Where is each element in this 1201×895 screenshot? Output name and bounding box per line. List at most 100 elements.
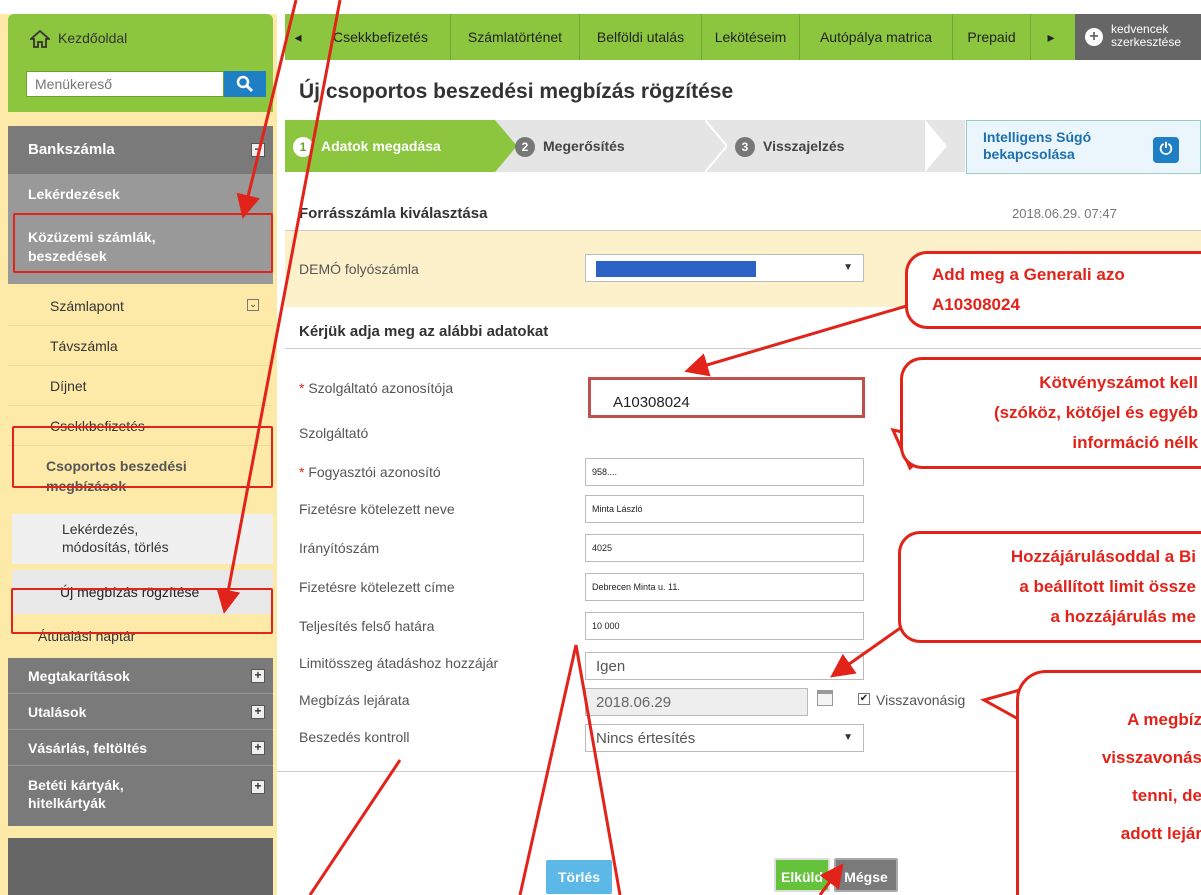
account-label: DEMÓ folyószámla (299, 261, 419, 277)
provider-id-label: * Szolgáltató azonosítója (299, 380, 454, 396)
zip-input[interactable]: 4025 (585, 534, 864, 562)
section-label: Utalások (28, 704, 87, 720)
power-icon[interactable]: ⏻ (1153, 137, 1179, 163)
expand-icon[interactable]: ⌄ (247, 299, 259, 311)
payer-name-input[interactable]: Minta László (585, 495, 864, 523)
sidebar-item-label: Távszámla (50, 338, 118, 354)
sidebar-item-queries[interactable]: Lekérdezések (8, 174, 273, 214)
sidebar-section-more (8, 838, 273, 895)
highlight-direct-debits (12, 426, 273, 488)
cancel-button[interactable]: Mégse (834, 858, 898, 892)
edit-favorites-button[interactable]: + kedvencek szerkesztése (1075, 14, 1201, 60)
divider (285, 348, 1201, 349)
nav-prev-icon[interactable]: ◂ (285, 14, 311, 60)
source-section-title: Forrásszámla kiválasztása (299, 205, 488, 222)
consumer-id-input[interactable]: 958.... (585, 458, 864, 486)
account-number-masked (596, 261, 756, 277)
home-label: Kezdőoldal (58, 30, 128, 46)
step-3: 3 Visszajelzés (735, 120, 935, 172)
payer-name-label: Fizetésre kötelezett neve (299, 501, 455, 517)
plus-icon: + (1085, 28, 1103, 46)
callout-text: Kötvényszámot kell (1039, 373, 1198, 392)
step-label: Adatok megadása (321, 138, 441, 154)
limit-input[interactable]: 10 000 (585, 612, 864, 640)
sidebar-home[interactable]: Kezdőoldal (8, 14, 273, 64)
control-select[interactable]: Nincs értesítés ▼ (585, 724, 864, 752)
search-icon (236, 75, 254, 93)
expand-icon[interactable]: + (251, 780, 265, 794)
menu-search-input[interactable] (26, 71, 224, 97)
until-revoked-checkbox[interactable]: ✔ (858, 693, 870, 705)
expiry-date-input[interactable]: 2018.06.29 (585, 688, 808, 716)
step-1: 1 Adatok megadása (285, 120, 495, 172)
section-label: Bankszámla (28, 141, 115, 158)
menu-search-button[interactable] (224, 71, 266, 97)
sidebar-section-transfers[interactable]: Utalások + (8, 694, 273, 730)
callout-text: A10308024 (932, 295, 1020, 314)
callout-text: tenni, de (1132, 786, 1201, 805)
callout-text: Hozzájárulásoddal a Bi (1010, 547, 1196, 566)
step-2: 2 Megerősítés (515, 120, 715, 172)
sidebar-section-shopping[interactable]: Vásárlás, feltöltés + (8, 730, 273, 766)
expand-icon[interactable]: + (251, 668, 265, 683)
section-label: Vásárlás, feltöltés (28, 740, 148, 756)
nav-item[interactable]: Autópálya matrica (800, 14, 953, 60)
sidebar-item-tavszamla[interactable]: Távszámla (8, 326, 273, 366)
provider-label: Szolgáltató (299, 425, 369, 441)
sidebar-section-account[interactable]: Bankszámla − (8, 126, 273, 174)
smart-help-toggle[interactable]: Intelligens Súgó bekapcsolása ⏻ (966, 120, 1201, 174)
label-text: Fogyasztói azonosító (308, 464, 441, 480)
step-arrow (495, 120, 517, 172)
callout-text: információ nélk (1072, 433, 1198, 452)
nav-item[interactable]: Prepaid (953, 14, 1031, 60)
sidebar-item-dijnet[interactable]: Díjnet (8, 366, 273, 406)
source-account-select[interactable]: ▼ (585, 254, 864, 282)
form-section-title: Kérjük adja meg az alábbi adatokat (299, 323, 549, 340)
select-value: Igen (596, 658, 626, 675)
provider-id-input[interactable]: A10308024 (588, 377, 865, 418)
delete-button[interactable]: Törlés (546, 860, 612, 894)
limit-label: Teljesítés felső határa (299, 618, 435, 634)
consumer-id-label: * Fogyasztói azonosító (299, 464, 441, 480)
calendar-icon[interactable] (817, 690, 833, 706)
expand-icon[interactable]: + (251, 704, 265, 719)
sidebar-item-query-modify[interactable]: Lekérdezés, módosítás, törlés (12, 514, 273, 564)
timestamp: 2018.06.29. 07:47 (1012, 206, 1117, 221)
favorites-label: szerkesztése (1111, 35, 1182, 49)
callout-provider: Add meg a Generali azo A10308024 (905, 251, 1201, 329)
collapse-icon[interactable]: − (251, 143, 265, 157)
expiry-label: Megbízás lejárata (299, 692, 410, 708)
wizard-steps: 1 Adatok megadása 2 Megerősítés 3 Visszajel… (285, 120, 965, 172)
sidebar-section-savings[interactable]: Megtakarítások + (8, 658, 273, 694)
top-nav: ◂ Csekkbefizetés Számlatörténet Belföldi… (285, 14, 1201, 60)
nav-item[interactable]: Csekkbefizetés (311, 14, 451, 60)
payer-address-label: Fizetésre kötelezett címe (299, 579, 455, 595)
submit-button[interactable]: Elküld (774, 858, 830, 892)
highlight-utilities (13, 213, 273, 273)
limit-consent-select[interactable]: Igen ▼ (585, 652, 864, 680)
nav-item[interactable]: Belföldi utalás (580, 14, 702, 60)
home-icon (30, 30, 50, 48)
zip-label: Irányítószám (299, 540, 380, 556)
select-value: Nincs értesítés (596, 730, 696, 747)
label-text: Szolgáltató azonosítója (308, 380, 454, 396)
step-number: 1 (293, 137, 313, 157)
step-arrow (705, 120, 727, 172)
sidebar-section-cards[interactable]: Betéti kártyák, hitelkártyák + (8, 766, 273, 826)
app-root: { "sidebar": { "home_label": "Kezdőoldal… (0, 0, 1201, 895)
sidebar-item-szamlapont[interactable]: Számlapont ⌄ (8, 286, 273, 326)
callout-consumer-id: Kötvényszámot kell (szóköz, kötőjel és e… (900, 357, 1201, 469)
nav-item[interactable]: Számlatörténet (451, 14, 580, 60)
section-label: Betéti kártyák, hitelkártyák (28, 777, 124, 811)
menu-search (8, 64, 273, 112)
callout-text: Add meg a Generali azo (932, 265, 1125, 284)
sidebar-item-label: Lekérdezés, módosítás, törlés (62, 521, 169, 555)
step-label: Megerősítés (543, 138, 625, 154)
step-label: Visszajelzés (763, 138, 845, 154)
expand-icon[interactable]: + (251, 740, 265, 755)
nav-next-icon[interactable]: ▸ (1031, 14, 1071, 60)
nav-item[interactable]: Lekötéseim (702, 14, 800, 60)
callout-expiry: A megbíz visszavonás tenni, de adott lej… (1016, 670, 1201, 895)
page-title: Új csoportos beszedési megbízás rögzítés… (299, 80, 734, 103)
payer-address-input[interactable]: Debrecen Minta u. 11. (585, 573, 864, 601)
